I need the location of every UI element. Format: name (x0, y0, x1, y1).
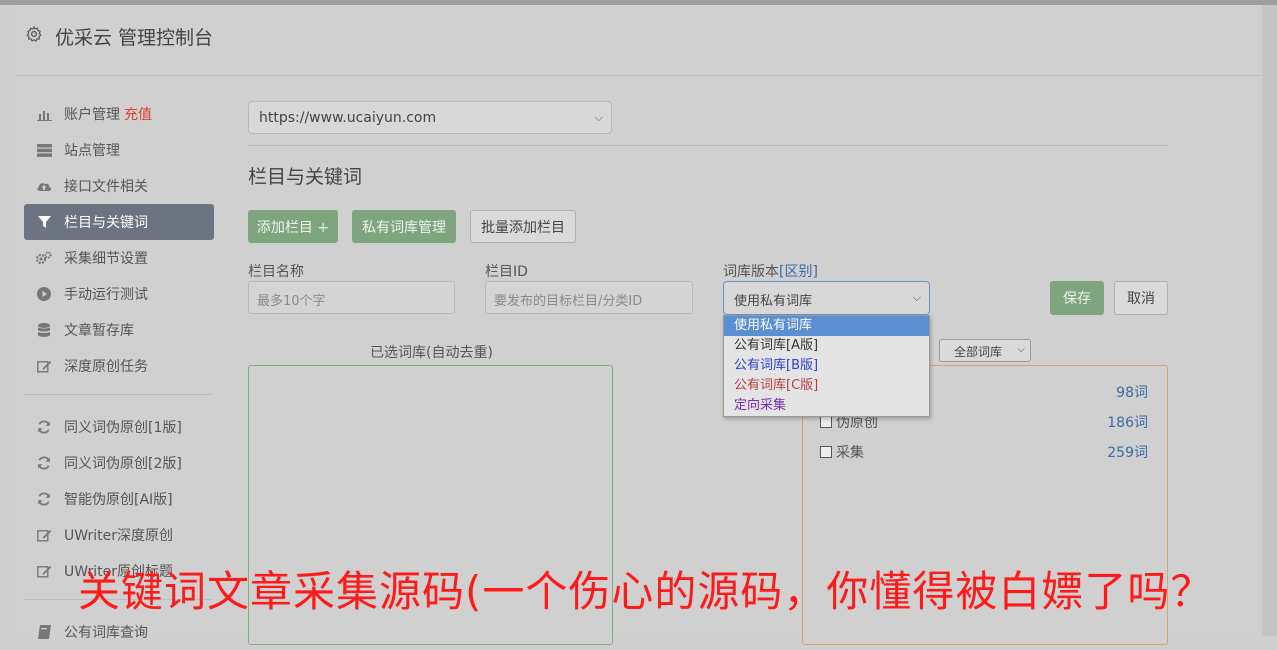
header: 优采云 管理控制台 (15, 5, 1262, 76)
database-icon (36, 322, 52, 338)
recharge-link[interactable]: 充值 (124, 104, 152, 124)
lib-version-label-text: 词库版本 (723, 264, 779, 280)
sidebar-item-label: 文章暂存库 (64, 323, 134, 339)
sidebar-item-manual-test[interactable]: 手动运行测试 (24, 276, 214, 312)
column-id-input[interactable]: 要发布的目标栏目/分类ID (485, 281, 693, 314)
dropdown-option[interactable]: 定向采集 (724, 396, 929, 416)
refresh-icon (36, 455, 52, 471)
sidebar-divider (24, 394, 212, 395)
lib-count: 98词 (1116, 385, 1148, 401)
sidebar-item-columns-keywords[interactable]: 栏目与关键词 (24, 204, 214, 240)
column-id-label: 栏目ID (485, 264, 528, 280)
dropdown-option[interactable]: 使用私有词库 (724, 316, 929, 336)
sidebar-item-label: 采集细节设置 (64, 251, 148, 267)
dropdown-option[interactable]: 公有词库[C版] (724, 376, 929, 396)
sidebar-item-synonym-v2[interactable]: 同义词伪原创[2版] (24, 445, 214, 481)
sidebar-item-uwriter-deep[interactable]: UWriter深度原创 (24, 517, 214, 553)
sidebar-item-sites[interactable]: 站点管理 (24, 132, 214, 168)
vertical-scrollbar[interactable] (1262, 5, 1277, 636)
cancel-button[interactable]: 取消 (1114, 281, 1168, 315)
sidebar-item-ai-original[interactable]: 智能伪原创[AI版] (24, 481, 214, 517)
batch-add-button[interactable]: 批量添加栏目 (470, 210, 576, 243)
sidebar-item-article-storage[interactable]: 文章暂存库 (24, 312, 214, 348)
lib-filter-select[interactable]: 全部词库 ⌵ (939, 339, 1031, 362)
chevron-down-icon: ⌵ (594, 111, 603, 124)
app-title: 优采云 管理控制台 (55, 27, 214, 49)
bar-chart-icon (36, 106, 52, 122)
lib-checkbox[interactable] (820, 416, 832, 428)
sidebar-item-public-lib-query[interactable]: 公有词库查询 (24, 614, 214, 650)
filter-icon (36, 214, 52, 230)
gear-icon (26, 26, 42, 42)
dropdown-option[interactable]: 公有词库[A版] (724, 336, 929, 356)
chevron-down-icon: ⌵ (912, 291, 921, 304)
sidebar-item-deep-original[interactable]: 深度原创任务 (24, 348, 214, 384)
sidebar-item-interface-files[interactable]: 接口文件相关 (24, 168, 214, 204)
lib-filter-value: 全部词库 (954, 345, 1003, 359)
sidebar-item-label: 同义词伪原创[2版] (64, 456, 182, 472)
refresh-icon (36, 491, 52, 507)
edit-icon (36, 358, 52, 374)
diff-link[interactable]: [区别] (779, 264, 818, 280)
sidebar-item-label: 接口文件相关 (64, 179, 148, 195)
play-circle-icon (36, 286, 52, 302)
lib-row[interactable]: 采集 259词 (820, 442, 1150, 464)
private-lib-button[interactable]: 私有词库管理 (352, 210, 456, 243)
divider (248, 145, 1168, 146)
add-column-button[interactable]: 添加栏目 + (248, 210, 338, 243)
lib-version-value: 使用私有词库 (734, 294, 813, 309)
site-select[interactable]: https://www.ucaiyun.com ⌵ (248, 101, 612, 134)
column-name-label: 栏目名称 (248, 264, 304, 280)
chevron-down-icon: ⌵ (1017, 344, 1025, 355)
sidebar-item-account[interactable]: 账户管理 充值 (24, 96, 214, 132)
sidebar-item-label: UWriter深度原创 (64, 528, 173, 544)
lib-count: 259词 (1107, 445, 1148, 461)
cogs-icon (36, 250, 52, 266)
sidebar-item-label: 深度原创任务 (64, 359, 148, 375)
sidebar-item-synonym-v1[interactable]: 同义词伪原创[1版] (24, 409, 214, 445)
sidebar-item-label: 智能伪原创[AI版] (64, 492, 173, 508)
edit-icon (36, 563, 52, 579)
dropdown-option[interactable]: 公有词库[B版] (724, 356, 929, 376)
sidebar-item-label: 站点管理 (64, 143, 120, 159)
cloud-upload-icon (36, 178, 52, 194)
sidebar-item-label: 公有词库查询 (64, 625, 148, 641)
lib-checkbox[interactable] (820, 446, 832, 458)
save-button[interactable]: 保存 (1050, 281, 1104, 315)
site-select-value: https://www.ucaiyun.com (259, 110, 437, 126)
refresh-icon (36, 419, 52, 435)
page-title: 栏目与关键词 (248, 166, 363, 188)
column-name-input[interactable]: 最多10个字 (248, 281, 455, 314)
lib-version-dropdown: 使用私有词库 公有词库[A版] 公有词库[B版] 公有词库[C版] 定向采集 (723, 315, 930, 417)
sidebar-item-collect-settings[interactable]: 采集细节设置 (24, 240, 214, 276)
server-icon (36, 142, 52, 158)
selected-libs-title: 已选词库(自动去重) (370, 345, 493, 361)
sidebar-item-label: 同义词伪原创[1版] (64, 420, 182, 436)
book-icon (36, 624, 52, 640)
sidebar-item-label: 栏目与关键词 (64, 215, 148, 231)
lib-count: 186词 (1107, 415, 1148, 431)
sidebar-item-label: 手动运行测试 (64, 287, 148, 303)
edit-icon (36, 527, 52, 543)
lib-name: 采集 (836, 445, 864, 461)
lib-name: 伪原创 (836, 415, 878, 431)
lib-version-select[interactable]: 使用私有词库 ⌵ (723, 281, 930, 315)
lib-version-label: 词库版本[区别] (723, 261, 818, 281)
sidebar-item-label: 账户管理 (64, 107, 120, 123)
overlay-caption: 关键词文章采集源码(一个伤心的源码，你懂得被白嫖了吗？ (78, 567, 1214, 616)
